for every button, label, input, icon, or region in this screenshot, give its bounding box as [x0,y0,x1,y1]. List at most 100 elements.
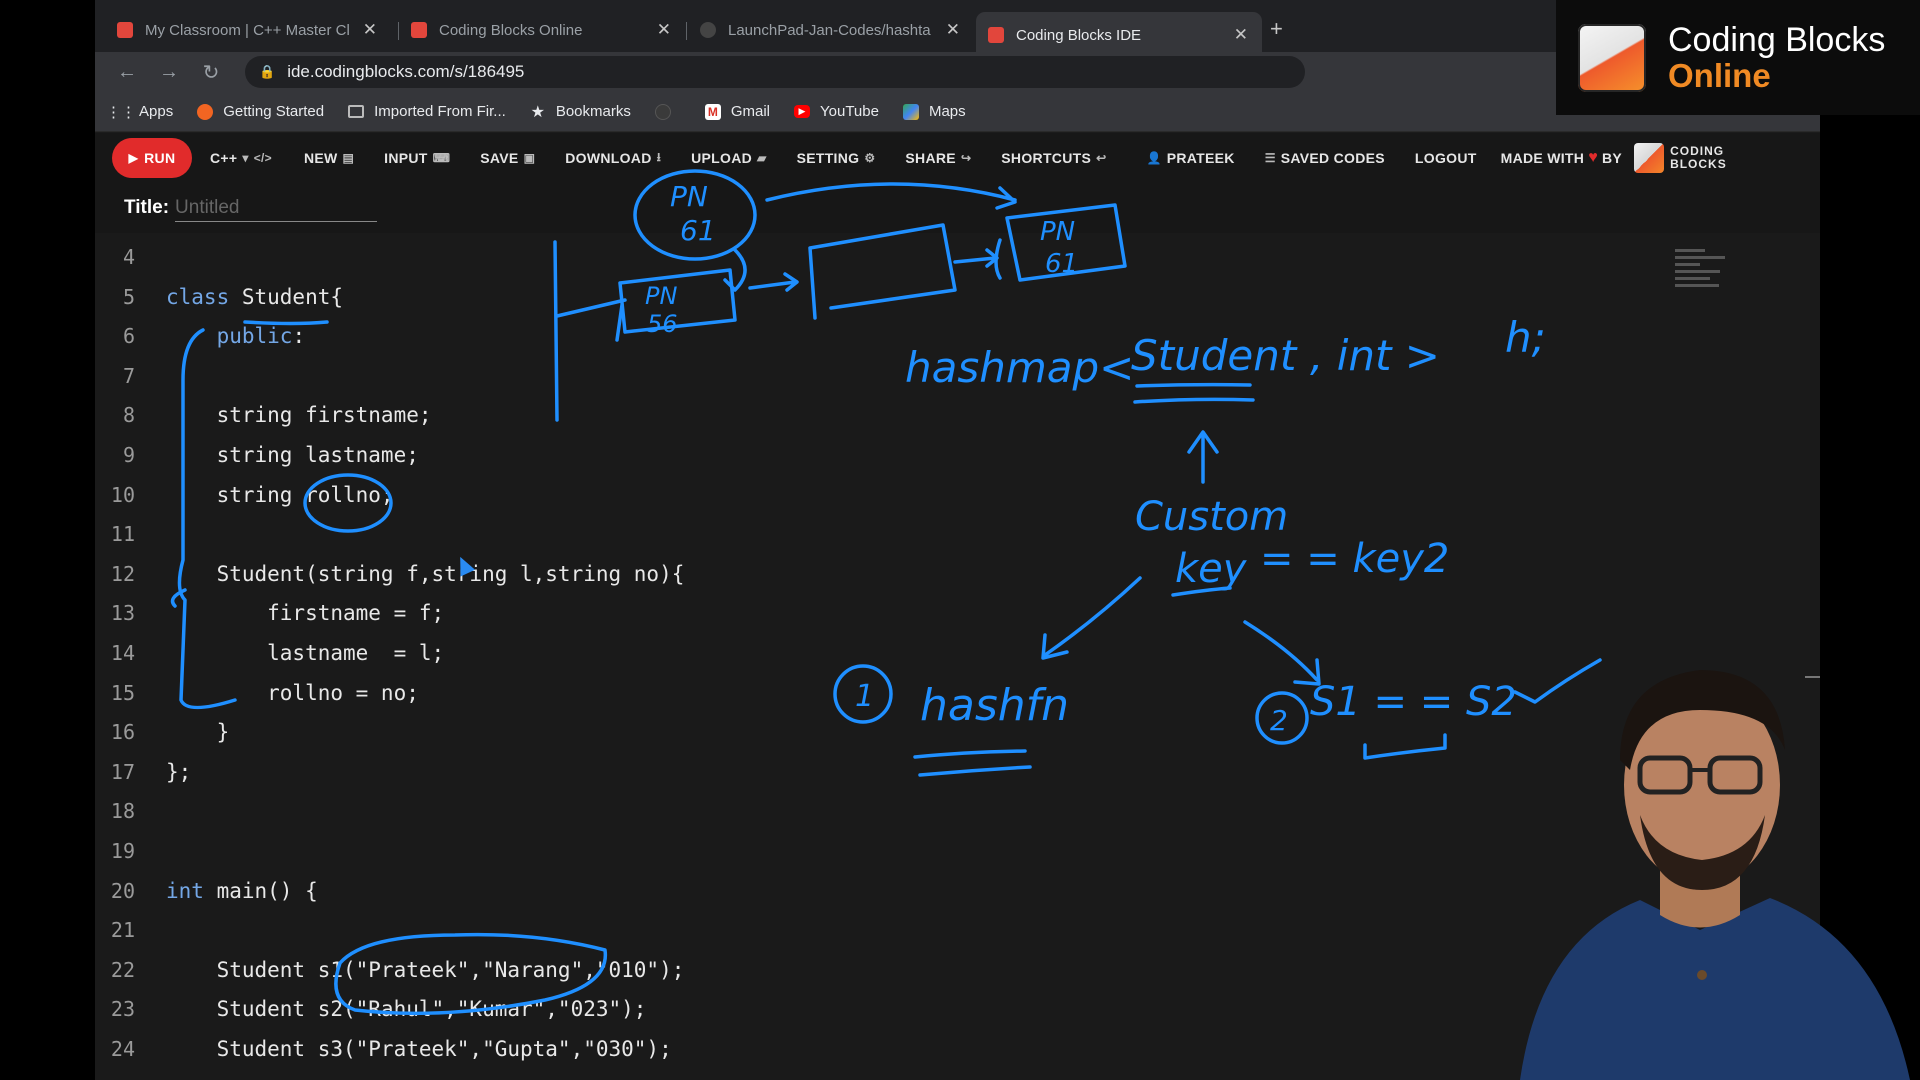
line-number: 24 [110,1037,135,1061]
logo-line2: BLOCKS [1670,157,1727,171]
code-text: int main() { [166,878,318,903]
reload-icon[interactable]: ↻ [201,60,221,85]
line-number: 22 [110,957,135,982]
logout-button[interactable]: LOGOUT [1415,150,1477,166]
code-line[interactable]: 9 string lastname; [95,435,995,475]
line-number: 20 [110,878,135,903]
code-line[interactable]: 12 Student(string f,string l,string no){ [95,554,995,594]
bookmark-gmail[interactable]: M Gmail [704,103,770,120]
language-select[interactable]: C++ ▾ </> [210,150,272,166]
address-bar[interactable]: 🔒 ide.codingblocks.com/s/186495 [245,56,1305,88]
line-number: 5 [122,284,135,309]
line-number: 7 [122,363,135,388]
tab-separator [686,22,687,40]
code-line[interactable]: 17}; [95,752,995,792]
ide-toolbar: ▶ RUN C++ ▾ </> NEW ▤ INPUT ⌨ SAVE ▣ DOW… [95,133,1820,183]
title-bar: Title: [95,183,1820,233]
star-icon: ★ [530,103,545,121]
coding-blocks-logo[interactable]: CODING BLOCKS [1634,143,1727,173]
save-label: SAVE [480,150,519,166]
close-icon[interactable]: ✕ [657,20,671,40]
bookmark-youtube[interactable]: ▶ YouTube [794,103,879,120]
code-line[interactable]: 22 Student s1("Prateek","Narang","010"); [95,950,995,990]
bookmark-maps[interactable]: Maps [902,103,966,120]
run-button[interactable]: ▶ RUN [112,138,192,178]
close-icon[interactable]: ✕ [946,20,960,40]
tab-my-classroom[interactable]: My Classroom | C++ Master Cl ✕ [105,12,391,48]
code-line[interactable]: 13 firstname = f; [95,593,995,633]
bookmark-label: Apps [139,103,174,120]
lock-icon: 🔒 [259,64,276,79]
code-line[interactable]: 23 Student s2("Rahul","Kumar","023"); [95,989,995,1029]
code-text: Student(string f,string l,string no){ [166,561,685,586]
tab-launchpad-github[interactable]: LaunchPad-Jan-Codes/hashta ✕ [688,12,974,48]
bookmark-imported-folder[interactable]: Imported From Fir... [348,103,506,120]
share-button[interactable]: SHARE ↪ [905,150,971,166]
bookmark-getting-started[interactable]: Getting Started [197,103,324,120]
gmail-icon: M [704,103,721,120]
save-button[interactable]: SAVE ▣ [480,150,535,166]
saved-codes-button[interactable]: ☰ SAVED CODES [1265,150,1385,166]
brand-line2: Online [1668,56,1771,94]
input-button[interactable]: INPUT ⌨ [384,150,450,166]
user-menu[interactable]: 👤 PRATEEK [1146,150,1234,166]
code-text: Student s3("Prateek","Gupta","030"); [166,1037,672,1061]
code-line[interactable]: 14 lastname = l; [95,633,995,673]
coding-blocks-online-watermark: Coding Blocks Online [1556,0,1920,115]
code-line[interactable]: 7 [95,356,995,396]
code-text: string lastname; [166,443,419,467]
tab-coding-blocks-online[interactable]: Coding Blocks Online ✕ [399,12,685,48]
tab-title: Coding Blocks Online [439,21,583,39]
download-button[interactable]: DOWNLOAD ⭳ [565,148,661,169]
upload-button[interactable]: UPLOAD ▰ [691,150,766,166]
line-number: 12 [110,561,135,586]
line-number: 16 [110,720,135,745]
user-label: PRATEEK [1166,150,1235,166]
coding-blocks-favicon-icon [117,22,133,38]
code-line[interactable]: 11 [95,514,995,554]
shortcuts-button[interactable]: SHORTCUTS ↩ [1001,150,1106,166]
line-number: 14 [110,641,135,665]
new-label: NEW [303,150,338,166]
code-line[interactable]: 21 [95,910,995,950]
code-line[interactable]: 19 [95,831,995,871]
firefox-icon [197,103,214,120]
shirt-button [1697,970,1707,980]
new-tab-plus-icon[interactable]: + [1270,16,1283,42]
coding-blocks-cube-icon [1634,143,1665,173]
code-line[interactable]: 6 public: [95,316,995,356]
setting-button[interactable]: SETTING ⚙ [797,150,876,166]
code-line[interactable]: 18 [95,791,995,831]
code-text: }; [166,759,192,784]
shortcut-icon: ↩ [1096,151,1107,165]
code-text: lastname = l; [166,641,445,665]
language-label: C++ [210,150,238,166]
back-arrow-icon[interactable]: ← [117,61,137,84]
brand-line1: Coding Blocks [1668,20,1886,59]
bookmark-apps[interactable]: ⋮⋮ Apps [106,103,174,121]
title-input[interactable] [175,194,378,222]
code-line[interactable]: 15 rollno = no; [95,673,995,713]
close-icon[interactable]: ✕ [1234,25,1248,45]
code-line[interactable]: 16 } [95,712,995,752]
maps-icon [902,103,919,120]
share-icon: ↪ [960,151,972,165]
close-icon[interactable]: ✕ [363,20,377,40]
code-line[interactable]: 20 int main() { [95,871,995,911]
bookmark-label: Getting Started [223,103,325,120]
line-number: 21 [110,918,135,943]
code-line[interactable]: 5 class Student{ [95,277,995,317]
code-text: class Student{ [166,284,344,309]
code-line[interactable]: 24 Student s3("Prateek","Gupta","030"); [95,1029,995,1069]
line-number: 13 [110,601,135,626]
forward-arrow-icon[interactable]: → [159,61,179,84]
download-icon: ⭳ [656,149,662,164]
code-line[interactable]: 8 string firstname; [95,395,995,435]
line-number: 18 [110,799,135,824]
bookmark-bookmarks[interactable]: ★ Bookmarks [530,103,631,121]
new-button[interactable]: NEW ▤ [304,150,354,166]
code-line[interactable]: 10 string rollno; [95,475,995,515]
line-number: 9 [122,443,135,467]
setting-label: SETTING [796,150,860,166]
bookmark-github[interactable] [654,103,681,120]
